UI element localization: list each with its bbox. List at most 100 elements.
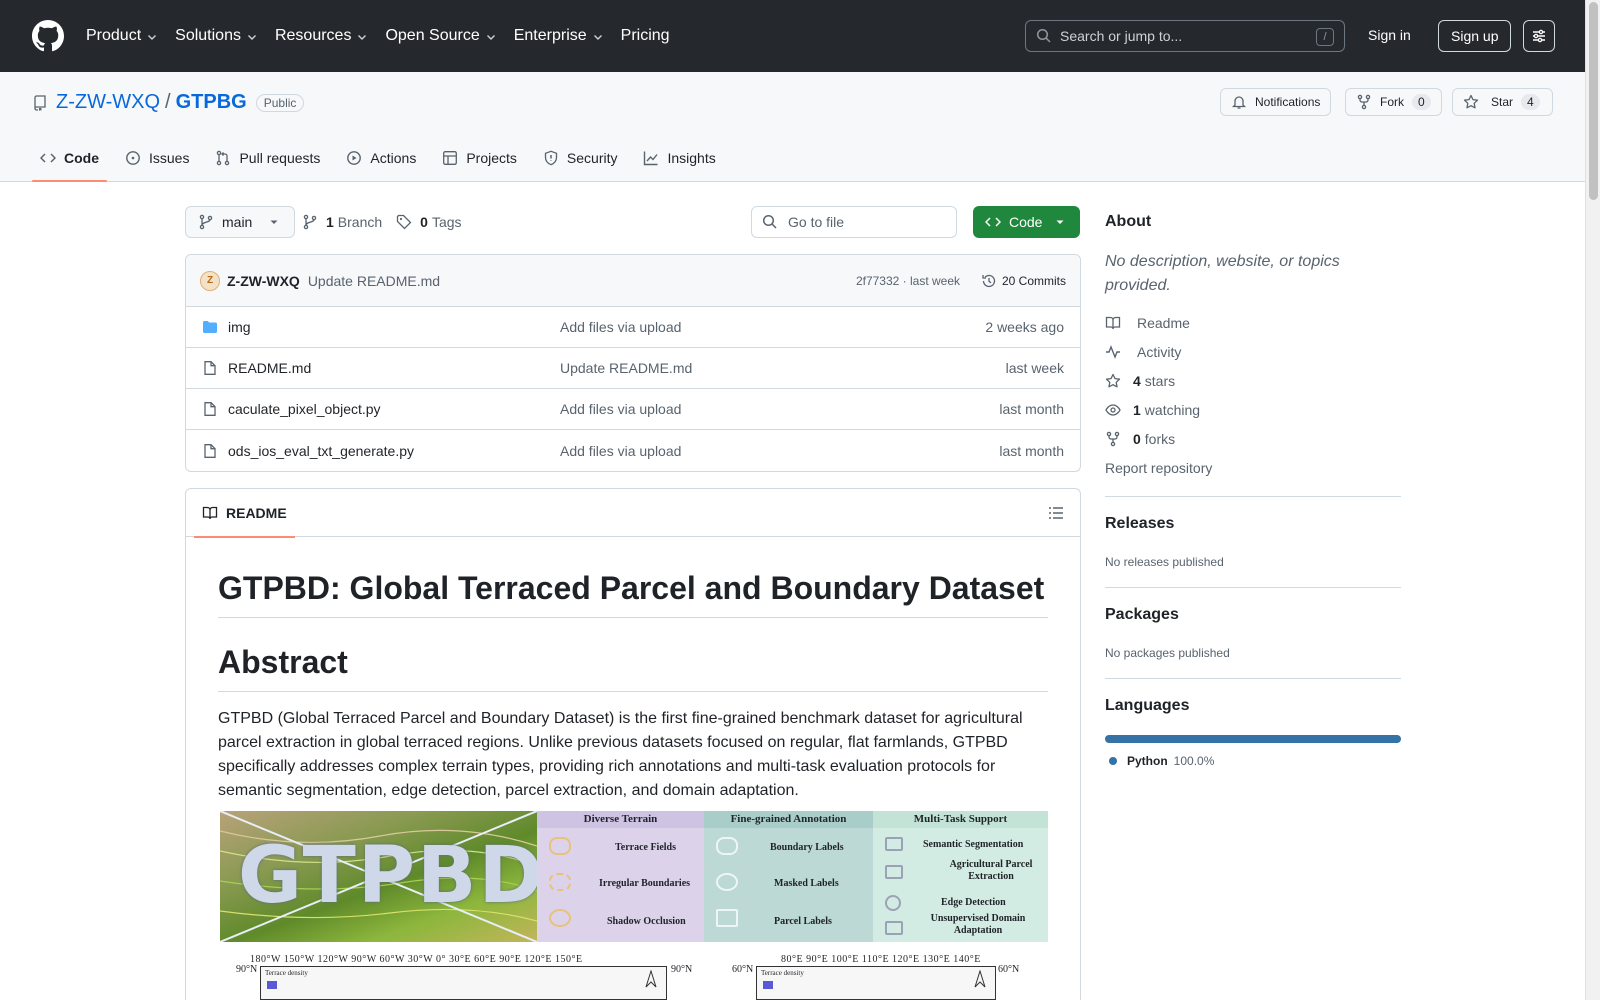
- file-name-link[interactable]: README.md: [228, 360, 311, 376]
- dataset-overview-figure: GTPBD Diverse Terrain Terrace Fields Irr…: [220, 811, 1048, 942]
- go-to-file-input[interactable]: Go to file: [751, 206, 957, 238]
- nav-solutions[interactable]: Solutions: [175, 27, 258, 45]
- map-left-lat-left: 90°N: [236, 964, 258, 975]
- density-swatch: [763, 981, 773, 989]
- tab-security[interactable]: Security: [535, 134, 626, 182]
- commit-count: 20 Commits: [1001, 273, 1066, 288]
- stars-link[interactable]: 4 stars: [1105, 373, 1175, 389]
- map-left-legend-title: Terrace density: [265, 969, 308, 977]
- activity-link-label: Activity: [1137, 344, 1182, 360]
- file-commit-message[interactable]: Add files via upload: [560, 401, 681, 417]
- nav-resources[interactable]: Resources: [275, 27, 368, 45]
- file-commit-time: last month: [999, 442, 1064, 459]
- branch-selector[interactable]: main: [185, 206, 296, 238]
- language-name: Python: [1127, 754, 1168, 768]
- file-name-link[interactable]: ods_ios_eval_txt_generate.py: [228, 443, 414, 459]
- sign-up-button[interactable]: Sign up: [1438, 20, 1512, 52]
- banner-item: Boundary Labels: [770, 842, 844, 853]
- forks-link[interactable]: 0 forks: [1105, 431, 1175, 447]
- commit-author[interactable]: Z-ZW-WXQ: [227, 273, 300, 289]
- map-right-lat-right: 60°N: [998, 964, 1020, 975]
- chevron-down-icon: [486, 35, 495, 40]
- list-icon[interactable]: [1048, 505, 1064, 521]
- tab-insights[interactable]: Insights: [635, 134, 723, 182]
- tag-label: Tags: [431, 214, 462, 230]
- readme-tab-label: README: [226, 505, 287, 521]
- page-scrollbar[interactable]: [1585, 0, 1600, 1000]
- file-name-link[interactable]: img: [228, 319, 251, 335]
- banner-logo-text: GTPBD: [238, 831, 537, 921]
- file-commit-message[interactable]: Add files via upload: [560, 443, 681, 459]
- repo-tabs: Code Issues Pull requests Actions Projec…: [32, 134, 734, 182]
- tab-issues[interactable]: Issues: [117, 134, 197, 182]
- file-commit-message[interactable]: Add files via upload: [560, 319, 681, 335]
- notifications-button[interactable]: Notifications: [1220, 88, 1332, 116]
- activity-link[interactable]: Activity: [1105, 344, 1181, 360]
- sliders-icon: [1533, 29, 1545, 43]
- sidebar-divider: [1105, 678, 1401, 679]
- fork-button[interactable]: Fork 0: [1345, 88, 1442, 116]
- nav-solutions-label: Solutions: [175, 27, 241, 44]
- go-to-file-placeholder: Go to file: [788, 214, 845, 230]
- tab-pull-requests[interactable]: Pull requests: [207, 134, 328, 182]
- file-commit-message[interactable]: Update README.md: [560, 360, 692, 376]
- repo-name-link[interactable]: GTPBG: [176, 91, 247, 114]
- readme-link-label: Readme: [1137, 315, 1190, 331]
- scrollbar-thumb[interactable]: [1589, 2, 1598, 200]
- sidebar-divider: [1105, 496, 1401, 497]
- packages-heading[interactable]: Packages: [1105, 606, 1179, 624]
- commit-hash-time[interactable]: 2f77332 · last week: [856, 274, 960, 288]
- branches-link[interactable]: 1 Branch: [302, 214, 382, 230]
- world-map: Terrace density: [260, 966, 667, 1000]
- table-row[interactable]: ods_ios_eval_txt_generate.py Add files v…: [186, 430, 1080, 471]
- report-repository-link[interactable]: Report repository: [1105, 460, 1212, 476]
- language-item-python[interactable]: Python 100.0%: [1109, 754, 1214, 768]
- irregular-boundary-icon: [549, 873, 571, 891]
- tab-code[interactable]: Code: [32, 134, 107, 182]
- fork-count: 0: [1412, 94, 1431, 110]
- star-label: Star: [1491, 95, 1514, 109]
- file-name-link[interactable]: caculate_pixel_object.py: [228, 401, 381, 417]
- search-input[interactable]: Search or jump to... /: [1025, 20, 1345, 52]
- avatar[interactable]: Z: [200, 270, 220, 291]
- watching-label: watching: [1144, 402, 1201, 418]
- file-commit-time: 2 weeks ago: [985, 319, 1064, 335]
- nav-product[interactable]: Product: [86, 27, 158, 45]
- shield-icon: [544, 150, 558, 166]
- code-dropdown-button[interactable]: Code: [973, 206, 1081, 238]
- command-palette-button[interactable]: [1523, 20, 1555, 52]
- readme-link[interactable]: Readme: [1105, 315, 1190, 331]
- banner-col-annotation-title: Fine-grained Annotation: [704, 811, 873, 828]
- star-button[interactable]: Star 4: [1452, 88, 1553, 116]
- watching-link[interactable]: 1 watching: [1105, 402, 1200, 418]
- tab-projects[interactable]: Projects: [434, 134, 525, 182]
- table-row[interactable]: img Add files via upload 2 weeks ago: [186, 307, 1080, 348]
- commit-message[interactable]: Update README.md: [308, 273, 440, 289]
- parcel-extraction-icon: [885, 865, 903, 879]
- commits-link[interactable]: 20 Commits: [981, 273, 1066, 289]
- github-logo-icon[interactable]: [32, 20, 64, 52]
- readme-tab[interactable]: README: [194, 489, 295, 538]
- density-swatch: [267, 981, 277, 989]
- releases-heading[interactable]: Releases: [1105, 515, 1174, 533]
- segmentation-icon: [885, 837, 903, 851]
- nav-resources-label: Resources: [274, 27, 352, 44]
- tags-link[interactable]: 0 Tags: [396, 214, 462, 230]
- table-row[interactable]: README.md Update README.md last week: [186, 348, 1080, 389]
- chevron-down-icon: [148, 35, 157, 40]
- star-icon: [1463, 94, 1479, 109]
- nav-enterprise[interactable]: Enterprise: [514, 27, 604, 45]
- banner-item: Masked Labels: [774, 878, 839, 889]
- pulse-icon: [1106, 345, 1120, 359]
- file-browser: Z Z-ZW-WXQ Update README.md 2f77332 · la…: [185, 254, 1081, 472]
- forks-label: forks: [1144, 431, 1176, 447]
- sign-in-link[interactable]: Sign in: [1368, 27, 1411, 43]
- tab-actions[interactable]: Actions: [338, 134, 424, 182]
- nav-open-source[interactable]: Open Source: [385, 27, 496, 45]
- nav-pricing[interactable]: Pricing: [621, 27, 670, 45]
- visibility-badge: Public: [255, 93, 305, 112]
- table-row[interactable]: caculate_pixel_object.py Add files via u…: [186, 389, 1080, 430]
- nav-enterprise-label: Enterprise: [513, 27, 587, 44]
- repo-owner-link[interactable]: Z-ZW-WXQ: [56, 91, 160, 114]
- north-arrow-icon: [645, 970, 657, 988]
